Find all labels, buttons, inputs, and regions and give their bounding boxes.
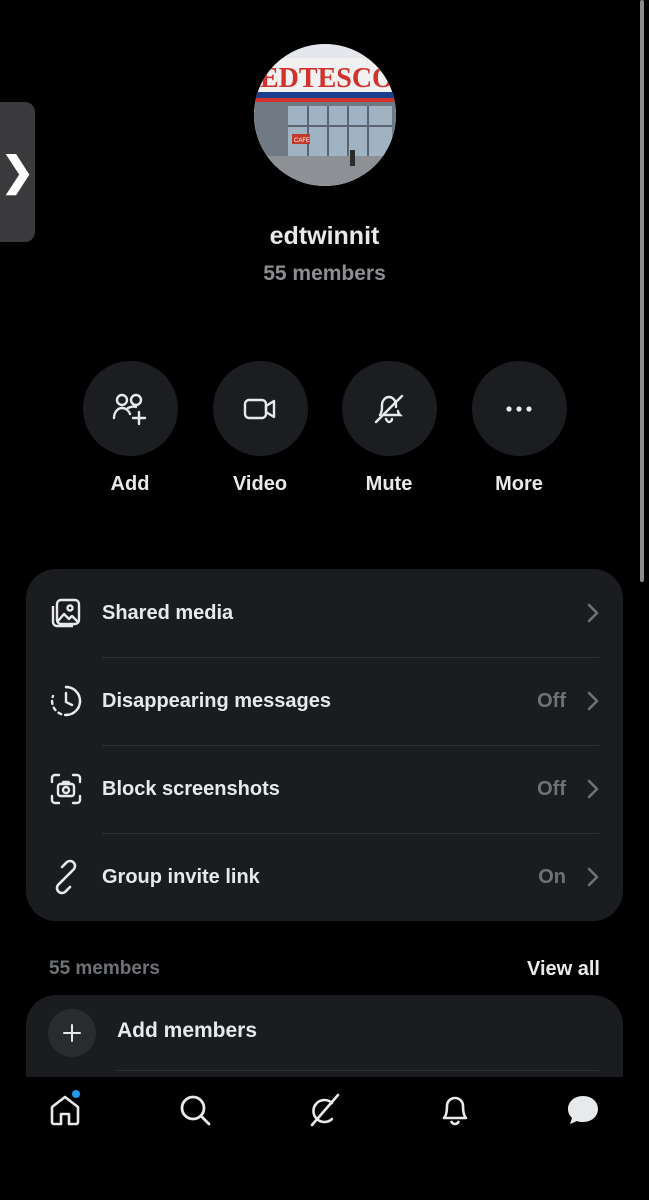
more-dots-icon: [506, 405, 532, 412]
chat-bubble-icon[interactable]: [565, 1092, 601, 1128]
member-count: 55 members: [263, 262, 386, 285]
settings-row-group-invite-link[interactable]: Group invite link On: [26, 833, 623, 921]
add-label: Add: [110, 473, 150, 495]
add-people-icon: [112, 393, 147, 425]
mute-label: Mute: [365, 473, 413, 495]
add-members-button[interactable]: [48, 1009, 96, 1057]
chevron-right-icon: ❯: [0, 150, 35, 194]
chevron-right-icon: [587, 603, 599, 623]
shared-media-icon: [51, 598, 81, 628]
bell-off-icon: [374, 394, 404, 423]
settings-card: Shared media Disappearing messages Off B…: [26, 569, 623, 921]
mute-button[interactable]: Mute: [324, 361, 454, 496]
chevron-right-icon: [587, 867, 599, 887]
settings-row-label: Block screenshots: [102, 778, 280, 800]
video-camera-icon: [243, 398, 276, 419]
group-avatar[interactable]: EDTESCO CAFE: [254, 44, 396, 186]
side-panel-tab[interactable]: ❯: [0, 102, 35, 242]
members-heading: 55 members: [49, 958, 160, 979]
view-all-link[interactable]: View all: [527, 958, 600, 981]
settings-row-label: Shared media: [102, 602, 234, 624]
video-label: Video: [232, 473, 288, 495]
group-name: edtwinnit: [269, 222, 380, 250]
settings-row-shared-media[interactable]: Shared media: [26, 569, 623, 657]
bell-icon[interactable]: [437, 1092, 473, 1128]
chevron-right-icon: [587, 779, 599, 799]
settings-row-disappearing-messages[interactable]: Disappearing messages Off: [26, 657, 623, 745]
chevron-right-icon: [587, 691, 599, 711]
screenshot-icon: [50, 773, 82, 805]
grok-icon[interactable]: [307, 1092, 343, 1128]
settings-row-value: Off: [537, 690, 566, 712]
video-button[interactable]: Video: [195, 361, 325, 496]
more-button[interactable]: More: [454, 361, 584, 496]
add-members-label[interactable]: Add members: [117, 1019, 257, 1043]
timer-icon: [50, 685, 82, 717]
settings-row-value: On: [538, 866, 566, 888]
avatar-sign-text: EDTESCO: [260, 63, 394, 94]
settings-row-label: Disappearing messages: [102, 690, 331, 712]
link-icon: [55, 859, 77, 895]
add-button[interactable]: Add: [65, 361, 195, 496]
svg-text:CAFE: CAFE: [294, 138, 310, 144]
scrollbar[interactable]: [640, 0, 644, 582]
more-label: More: [495, 473, 543, 495]
search-icon[interactable]: [177, 1092, 213, 1128]
settings-row-block-screenshots[interactable]: Block screenshots Off: [26, 745, 623, 833]
notification-dot: [72, 1090, 80, 1098]
bottom-navigation: [0, 1077, 649, 1200]
settings-row-label: Group invite link: [102, 866, 260, 888]
settings-row-value: Off: [537, 778, 566, 800]
plus-icon: [63, 1024, 81, 1042]
divider: [117, 1070, 599, 1071]
